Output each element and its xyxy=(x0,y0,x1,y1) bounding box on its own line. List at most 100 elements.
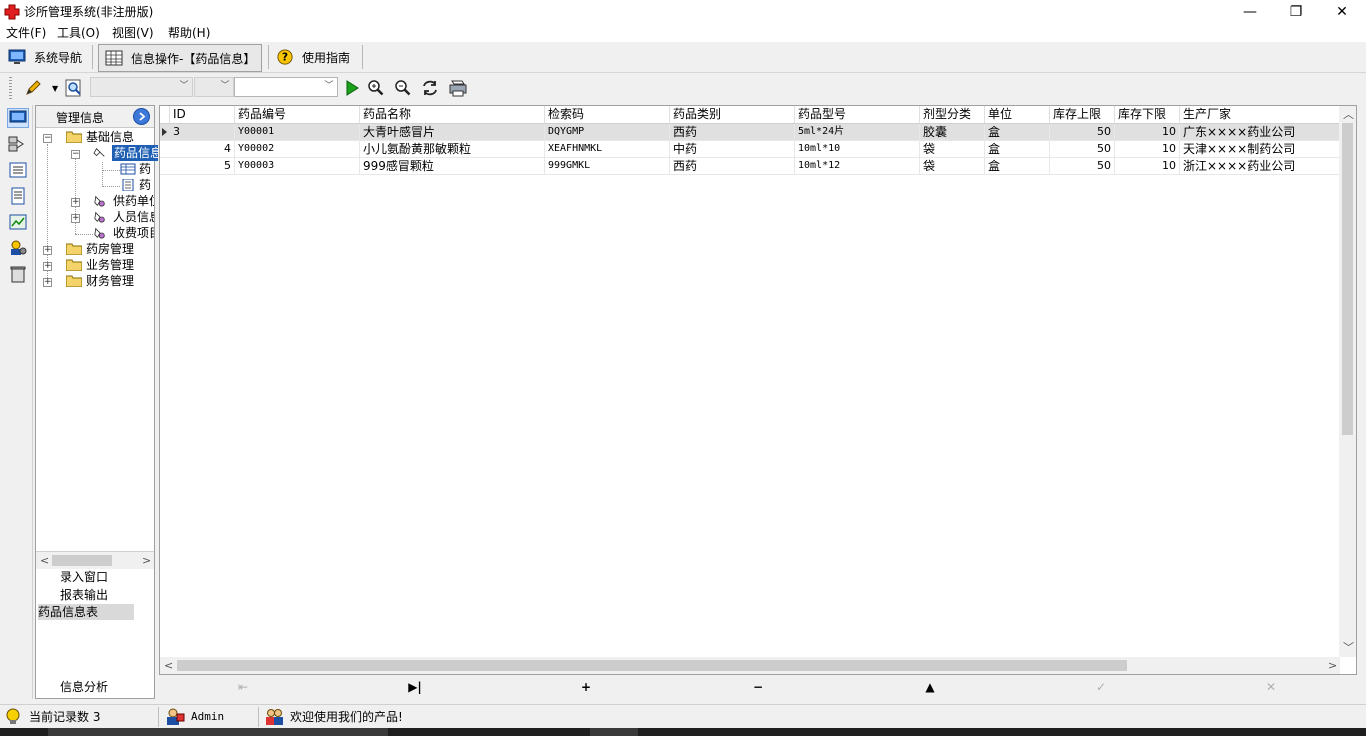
cell-category[interactable]: 中药 xyxy=(670,141,795,157)
system-nav-button[interactable]: 系统导航 xyxy=(8,44,82,70)
tree-expander[interactable]: + xyxy=(43,246,52,255)
cell-search-code[interactable]: DQYGMP xyxy=(545,124,670,140)
cell-stock-min[interactable]: 10 xyxy=(1115,141,1180,157)
column-header-dosage-form[interactable]: 剂型分类 xyxy=(920,106,985,123)
tree-horizontal-scrollbar[interactable]: < > xyxy=(36,551,154,569)
search-minus-icon[interactable] xyxy=(393,78,413,98)
post-record-button[interactable]: ✓ xyxy=(1091,679,1111,695)
table-row[interactable]: 3 Y00001 大青叶感冒片 DQYGMP 西药 5ml*24片 胶囊 盒 5… xyxy=(160,124,1340,141)
scroll-left-icon[interactable]: < xyxy=(40,552,49,569)
monitor-icon[interactable] xyxy=(7,108,29,128)
tree-node-finance[interactable]: 财务管理 xyxy=(86,273,134,289)
tree-node-basic-info[interactable]: 基础信息 xyxy=(86,129,134,145)
cell-name[interactable]: 小儿氨酚黄那敏颗粒 xyxy=(360,141,545,157)
cell-name[interactable]: 999感冒颗粒 xyxy=(360,158,545,174)
grid-vertical-scrollbar[interactable]: ︿ ﹀ xyxy=(1339,106,1356,657)
network-icon[interactable] xyxy=(8,135,28,153)
scroll-up-icon[interactable]: ︿ xyxy=(1343,106,1354,123)
field-select[interactable]: ﹀ xyxy=(90,77,193,97)
first-record-button[interactable]: ⇤ xyxy=(233,679,253,695)
cell-stock-max[interactable]: 50 xyxy=(1050,141,1115,157)
scroll-right-icon[interactable]: > xyxy=(1328,657,1337,674)
cell-category[interactable]: 西药 xyxy=(670,158,795,174)
cell-stock-min[interactable]: 10 xyxy=(1115,124,1180,140)
cell-manufacturer[interactable]: 天津××××制药公司 xyxy=(1180,141,1340,157)
report-output-item[interactable]: 报表输出 xyxy=(60,587,108,603)
cell-unit[interactable]: 盒 xyxy=(985,158,1050,174)
tree-expander[interactable]: + xyxy=(71,214,80,223)
print-icon[interactable] xyxy=(448,78,468,98)
column-header-id[interactable]: ID xyxy=(170,106,235,123)
value-input[interactable]: ﹀ xyxy=(234,77,338,97)
pencil-edit-icon[interactable] xyxy=(24,78,44,98)
tree-expander[interactable]: + xyxy=(71,198,80,207)
tree-node-supplier[interactable]: 供药单位 xyxy=(113,193,154,209)
cell-search-code[interactable]: 999GMKL xyxy=(545,158,670,174)
cell-model[interactable]: 5ml*24片 xyxy=(795,124,920,140)
entry-window-item[interactable]: 录入窗口 xyxy=(60,569,108,585)
grid-horizontal-scrollbar[interactable]: < > xyxy=(160,657,1340,674)
drug-table-item[interactable]: 药品信息表 xyxy=(38,604,134,620)
cell-code[interactable]: Y00003 xyxy=(235,158,360,174)
cell-unit[interactable]: 盒 xyxy=(985,141,1050,157)
cell-name[interactable]: 大青叶感冒片 xyxy=(360,124,545,140)
cell-id[interactable]: 5 xyxy=(170,158,235,174)
preview-magnifier-icon[interactable] xyxy=(64,78,84,98)
tree-expander[interactable]: + xyxy=(43,278,52,287)
document-icon[interactable] xyxy=(8,187,28,205)
cell-dosage-form[interactable]: 袋 xyxy=(920,141,985,157)
collapse-panel-button[interactable] xyxy=(133,108,150,125)
cell-manufacturer[interactable]: 广东××××药业公司 xyxy=(1180,124,1340,140)
tree-node-drug-child[interactable]: 药 xyxy=(139,161,154,177)
cell-manufacturer[interactable]: 浙江××××药业公司 xyxy=(1180,158,1340,174)
scroll-left-icon[interactable]: < xyxy=(164,657,173,674)
cancel-record-button[interactable]: ✕ xyxy=(1261,679,1281,695)
close-button[interactable]: ✕ xyxy=(1319,0,1365,24)
cell-dosage-form[interactable]: 袋 xyxy=(920,158,985,174)
refresh-icon[interactable] xyxy=(420,78,440,98)
insert-record-button[interactable]: + xyxy=(576,679,596,695)
tree-node-business[interactable]: 业务管理 xyxy=(86,257,134,273)
minimize-button[interactable]: — xyxy=(1227,0,1273,24)
cell-search-code[interactable]: XEAFHNMKL xyxy=(545,141,670,157)
column-header-search-code[interactable]: 检索码 xyxy=(545,106,670,123)
tree-node-drug-child[interactable]: 药 xyxy=(139,177,154,193)
toolbar-grip[interactable] xyxy=(9,77,12,99)
cell-unit[interactable]: 盒 xyxy=(985,124,1050,140)
column-header-manufacturer[interactable]: 生产厂家 xyxy=(1180,106,1340,123)
column-header-stock-max[interactable]: 库存上限 xyxy=(1050,106,1115,123)
tree-node-fees[interactable]: 收费项目 xyxy=(113,225,154,241)
table-row[interactable]: 5 Y00003 999感冒颗粒 999GMKL 西药 10ml*12 袋 盒 … xyxy=(160,158,1340,175)
column-header-stock-min[interactable]: 库存下限 xyxy=(1115,106,1180,123)
tree-expander[interactable]: − xyxy=(71,150,80,159)
scroll-right-icon[interactable]: > xyxy=(142,552,151,569)
users-settings-icon[interactable] xyxy=(8,239,28,257)
cell-code[interactable]: Y00001 xyxy=(235,124,360,140)
cell-dosage-form[interactable]: 胶囊 xyxy=(920,124,985,140)
cell-stock-max[interactable]: 50 xyxy=(1050,158,1115,174)
search-plus-icon[interactable] xyxy=(366,78,386,98)
menu-view[interactable]: 视图(V) xyxy=(112,25,154,41)
column-header-category[interactable]: 药品类别 xyxy=(670,106,795,123)
taskbar-item[interactable] xyxy=(48,728,388,736)
tree-node-staff[interactable]: 人员信息 xyxy=(113,209,154,225)
tree-expander[interactable]: + xyxy=(43,262,52,271)
scroll-thumb[interactable] xyxy=(1342,123,1353,435)
menu-file[interactable]: 文件(F) xyxy=(6,25,46,41)
chart-analysis-icon[interactable] xyxy=(8,213,28,231)
taskbar-item[interactable] xyxy=(590,728,638,736)
menu-tools[interactable]: 工具(O) xyxy=(57,25,100,41)
cell-id[interactable]: 3 xyxy=(170,124,235,140)
operator-select[interactable]: ﹀ xyxy=(194,77,234,97)
maximize-button[interactable]: ❐ xyxy=(1273,0,1319,24)
scroll-thumb[interactable] xyxy=(52,555,112,566)
cell-category[interactable]: 西药 xyxy=(670,124,795,140)
scroll-thumb[interactable] xyxy=(177,660,1127,671)
edit-dropdown-chevron-icon[interactable]: ▼ xyxy=(52,84,58,93)
table-row[interactable]: 4 Y00002 小儿氨酚黄那敏颗粒 XEAFHNMKL 中药 10ml*10 … xyxy=(160,141,1340,158)
run-play-icon[interactable] xyxy=(342,78,362,98)
cell-model[interactable]: 10ml*10 xyxy=(795,141,920,157)
column-header-code[interactable]: 药品编号 xyxy=(235,106,360,123)
menu-help[interactable]: 帮助(H) xyxy=(168,25,210,41)
edit-record-button[interactable]: ▲ xyxy=(920,679,940,695)
